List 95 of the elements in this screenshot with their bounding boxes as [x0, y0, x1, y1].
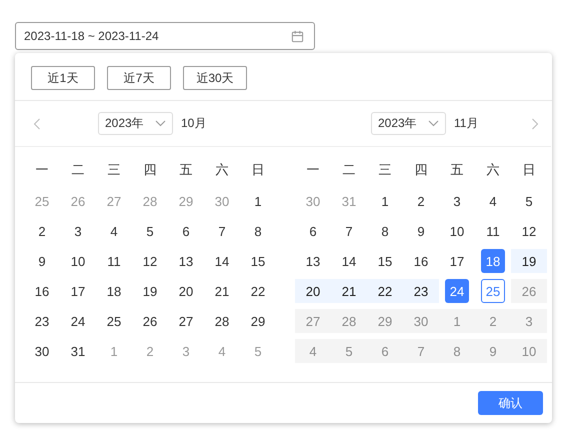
day-cell[interactable]: 13 [301, 249, 325, 273]
day-cell[interactable]: 14 [337, 249, 361, 273]
day-cell[interactable]: 27 [174, 309, 198, 333]
weekday-label: 日 [252, 161, 264, 179]
day-cell[interactable]: 25 [102, 309, 126, 333]
day-cell[interactable]: 7 [210, 219, 234, 243]
year-select[interactable]: 2023年 [98, 112, 173, 135]
day-cell[interactable]: 2 [30, 219, 54, 243]
day-cell[interactable]: 2 [409, 189, 433, 213]
month-label: 10月 [181, 115, 206, 132]
day-cell[interactable]: 19 [138, 279, 162, 303]
day-cell-text: 28 [340, 312, 358, 330]
date-range-field[interactable]: 2023-11-18 ~ 2023-11-24 [15, 22, 315, 50]
day-cell[interactable]: 5 [138, 219, 162, 243]
day-cell[interactable]: 4 [102, 219, 126, 243]
day-cell[interactable]: 20 [174, 279, 198, 303]
day-cell-text: 27 [304, 312, 322, 330]
day-cell-text: 7 [416, 342, 426, 360]
day-cell-text: 1 [452, 312, 462, 330]
confirm-button[interactable]: 确认 [478, 391, 543, 415]
day-cell[interactable]: 24 [445, 279, 469, 303]
weekday-label: 一 [306, 161, 320, 179]
day-cell[interactable]: 7 [337, 219, 361, 243]
shortcut-button[interactable]: 近30天 [183, 66, 247, 90]
day-cell[interactable]: 8 [373, 219, 397, 243]
day-cell[interactable]: 6 [174, 219, 198, 243]
weekday-label: 三 [378, 161, 392, 179]
shortcut-button[interactable]: 近1天 [31, 66, 95, 90]
chevron-down-icon [428, 120, 439, 127]
day-cell[interactable]: 6 [301, 219, 325, 243]
weekday-label: 四 [144, 161, 156, 179]
day-cell[interactable]: 26 [138, 309, 162, 333]
day-cell-text: 10 [520, 342, 538, 360]
day-cell[interactable]: 24 [66, 309, 90, 333]
day-cell-text: 2 [488, 312, 498, 330]
day-cell[interactable]: 30 [30, 339, 54, 363]
chevron-left-icon[interactable] [33, 118, 41, 130]
day-cell[interactable]: 16 [30, 279, 54, 303]
day-cell[interactable]: 1 [246, 189, 270, 213]
day-cell[interactable]: 3 [66, 219, 90, 243]
day-cell[interactable]: 23 [30, 309, 54, 333]
day-cell-text: 6 [380, 342, 390, 360]
day-cell[interactable]: 12 [517, 219, 541, 243]
weekday-label: 二 [342, 161, 356, 179]
day-cell-text: 9 [488, 342, 498, 360]
weekday-label: 一 [36, 161, 48, 179]
day-cell[interactable]: 8 [246, 219, 270, 243]
day-cell-text: 3 [524, 312, 534, 330]
year-select[interactable]: 2023年 [371, 112, 446, 135]
day-cell-text: 8 [452, 342, 462, 360]
day-cell[interactable]: 9 [30, 249, 54, 273]
day-cell[interactable]: 16 [409, 249, 433, 273]
day-cell[interactable]: 22 [246, 279, 270, 303]
day-cell[interactable]: 17 [66, 279, 90, 303]
date-range-value: 2023-11-18 ~ 2023-11-24 [24, 29, 159, 43]
day-cell[interactable]: 25 [481, 279, 505, 303]
weekday-label: 二 [72, 161, 84, 179]
weekday-label: 六 [486, 161, 500, 179]
weekday-label: 五 [450, 161, 464, 179]
day-cell[interactable]: 9 [409, 219, 433, 243]
day-cell-text: 29 [376, 312, 394, 330]
day-cell[interactable]: 10 [445, 219, 469, 243]
weekday-label: 三 [108, 161, 120, 179]
weekday-label: 四 [414, 161, 428, 179]
day-cell[interactable]: 14 [210, 249, 234, 273]
day-cell[interactable]: 29 [246, 309, 270, 333]
day-cell-text: 5 [344, 342, 354, 360]
day-cell[interactable]: 11 [102, 249, 126, 273]
day-cell[interactable]: 18 [481, 249, 505, 273]
day-cell[interactable]: 17 [445, 249, 469, 273]
day-cell[interactable]: 15 [246, 249, 270, 273]
weekday-label: 五 [180, 161, 192, 179]
day-cell[interactable]: 28 [210, 309, 234, 333]
day-cell[interactable]: 21 [210, 279, 234, 303]
day-cell-text: 4 [308, 342, 318, 360]
weekday-label: 六 [216, 161, 228, 179]
day-cell[interactable]: 11 [481, 219, 505, 243]
chevron-down-icon [155, 120, 166, 127]
day-cell-text: 30 [412, 312, 430, 330]
day-cell[interactable]: 13 [174, 249, 198, 273]
chevron-right-icon[interactable] [531, 118, 539, 130]
day-cell[interactable]: 15 [373, 249, 397, 273]
day-cell[interactable]: 4 [481, 189, 505, 213]
day-cell[interactable]: 18 [102, 279, 126, 303]
day-cell[interactable]: 5 [517, 189, 541, 213]
day-cell[interactable]: 1 [373, 189, 397, 213]
calendar-icon [291, 30, 304, 42]
day-cell-text: 26 [520, 282, 538, 300]
weekday-label: 日 [522, 161, 536, 179]
day-cell[interactable]: 12 [138, 249, 162, 273]
day-cell[interactable]: 10 [66, 249, 90, 273]
day-cell[interactable]: 31 [66, 339, 90, 363]
day-cell[interactable]: 3 [445, 189, 469, 213]
shortcut-button[interactable]: 近7天 [107, 66, 171, 90]
month-label: 11月 [454, 115, 478, 132]
